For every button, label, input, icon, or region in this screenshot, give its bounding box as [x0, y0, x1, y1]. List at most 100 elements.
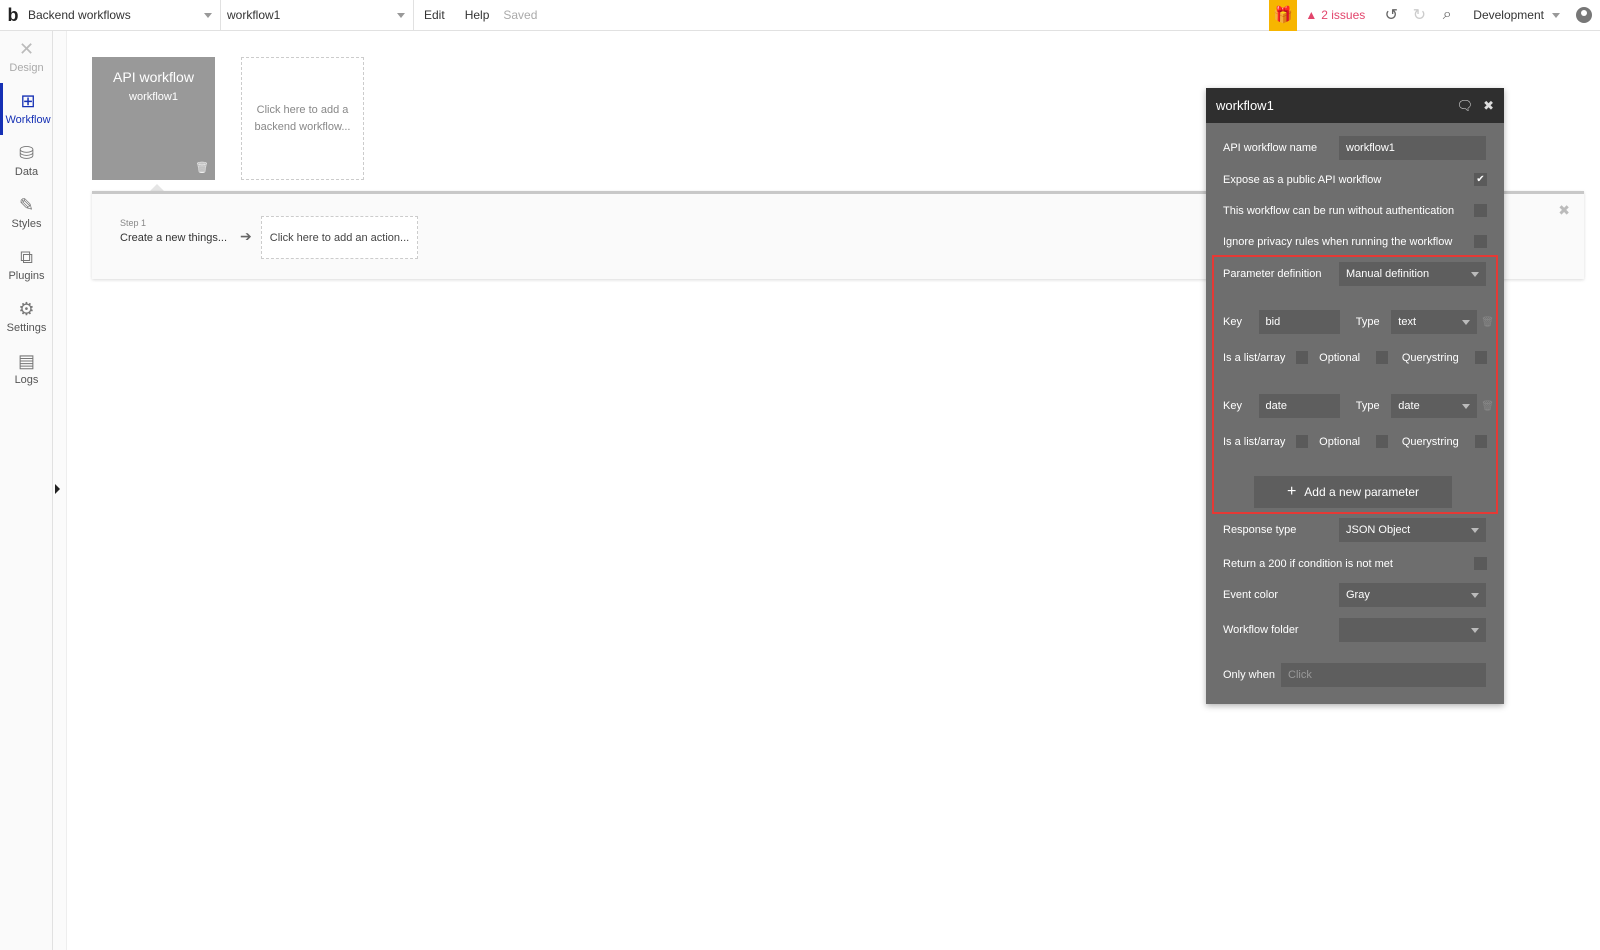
arrow-right-icon: ➔: [240, 228, 252, 244]
no-auth-label: This workflow can be run without authent…: [1223, 204, 1455, 217]
sidebar-item-label: Plugins: [8, 270, 45, 282]
redo-icon[interactable]: ↻: [1405, 0, 1433, 31]
api-name-row: API workflow name workflow1: [1223, 136, 1487, 160]
response-type-row: Response type JSON Object: [1223, 518, 1487, 542]
ignore-privacy-label: Ignore privacy rules when running the wo…: [1223, 235, 1453, 248]
sidebar-item-label: Data: [14, 166, 39, 178]
search-icon[interactable]: ⌕: [1433, 0, 1461, 31]
return200-checkbox[interactable]: [1474, 557, 1487, 570]
event-card-subtitle: workflow1: [129, 91, 178, 103]
api-name-input[interactable]: workflow1: [1339, 136, 1486, 160]
event-color-label: Event color: [1223, 589, 1279, 601]
workflow-selector[interactable]: workflow1: [221, 0, 414, 31]
checkmark-icon: ✔: [1476, 174, 1485, 185]
sidebar-item-design[interactable]: ✕ Design: [0, 31, 53, 83]
return200-row: Return a 200 if condition is not met: [1223, 557, 1487, 570]
param-querystring-checkbox[interactable]: [1475, 351, 1487, 364]
param-querystring-checkbox[interactable]: [1475, 435, 1487, 448]
close-icon[interactable]: ✖: [1483, 98, 1494, 114]
sidebar-item-styles[interactable]: ✎ Styles: [0, 187, 53, 239]
param-2-options-row: Is a list/array Optional Querystring: [1223, 435, 1487, 448]
sidebar-item-workflow[interactable]: ⊞ Workflow: [0, 83, 53, 135]
trash-icon[interactable]: 🗑: [195, 161, 209, 174]
only-when-label: Only when: [1223, 669, 1275, 681]
param-optional-checkbox[interactable]: [1375, 351, 1388, 364]
environment-selector[interactable]: Development: [1461, 8, 1572, 22]
workflow-folder-dropdown[interactable]: [1339, 618, 1486, 642]
document-icon: ▤: [17, 351, 35, 371]
menu-help[interactable]: Help: [455, 8, 500, 22]
sidebar-item-plugins[interactable]: ⧉ Plugins: [0, 239, 53, 291]
step-text: Create a new things...: [120, 232, 228, 244]
param-definition-row: Parameter definition Manual definition: [1223, 262, 1487, 286]
trash-icon[interactable]: 🗑: [1481, 401, 1494, 412]
page-selector[interactable]: Backend workflows: [26, 0, 221, 31]
chevron-down-icon: [1471, 627, 1479, 633]
param-list-label: Is a list/array: [1223, 435, 1286, 448]
param-1-key-row: Key bid Type text 🗑: [1223, 310, 1494, 334]
param-optional-checkbox[interactable]: [1375, 435, 1388, 448]
sidebar-item-data[interactable]: ⛁ Data: [0, 135, 53, 187]
issues-button[interactable]: ▲ 2 issues: [1297, 8, 1377, 22]
ignore-privacy-checkbox[interactable]: [1474, 235, 1487, 248]
design-icon: ✕: [18, 39, 35, 59]
param-optional-label: Optional: [1319, 435, 1361, 448]
add-action-button[interactable]: Click here to add an action...: [261, 216, 418, 259]
no-auth-checkbox[interactable]: [1474, 204, 1487, 217]
chevron-down-icon: [1462, 403, 1471, 409]
database-icon: ⛁: [18, 143, 35, 163]
gift-icon[interactable]: 🎁: [1269, 0, 1298, 31]
expand-sidebar-icon[interactable]: [55, 484, 60, 494]
param-definition-value: Manual definition: [1346, 268, 1430, 280]
add-parameter-label: Add a new parameter: [1304, 485, 1420, 499]
expose-row: Expose as a public API workflow ✔: [1223, 173, 1487, 186]
param-key-input[interactable]: bid: [1258, 310, 1340, 334]
menu-edit[interactable]: Edit: [414, 8, 455, 22]
user-account-icon[interactable]: [1576, 7, 1592, 23]
issues-count: 2 issues: [1321, 8, 1366, 22]
panel-header: workflow1 🗨 ✖: [1206, 88, 1504, 123]
param-optional-label: Optional: [1319, 351, 1361, 364]
sidebar-item-settings[interactable]: ⚙ Settings: [0, 291, 53, 343]
api-workflow-event-card[interactable]: API workflow workflow1 🗑: [92, 57, 215, 180]
return200-label: Return a 200 if condition is not met: [1223, 557, 1393, 570]
sidebar-item-logs[interactable]: ▤ Logs: [0, 343, 53, 395]
param-list-checkbox[interactable]: [1296, 435, 1309, 448]
response-type-dropdown[interactable]: JSON Object: [1339, 518, 1486, 542]
only-when-input[interactable]: Click: [1281, 663, 1486, 687]
comment-icon[interactable]: 🗨: [1457, 98, 1474, 114]
environment-label: Development: [1473, 8, 1544, 22]
expose-checkbox[interactable]: ✔: [1474, 173, 1487, 186]
ignore-privacy-row: Ignore privacy rules when running the wo…: [1223, 235, 1487, 248]
param-key-input[interactable]: date: [1258, 394, 1340, 418]
main-sidebar: ✕ Design ⊞ Workflow ⛁ Data ✎ Styles ⧉ Pl…: [0, 31, 53, 950]
step-1-card[interactable]: Step 1 Create a new things...: [120, 218, 227, 244]
add-parameter-button[interactable]: + Add a new parameter: [1254, 476, 1452, 508]
param-list-checkbox[interactable]: [1296, 351, 1309, 364]
event-color-value: Gray: [1346, 589, 1370, 601]
undo-icon[interactable]: ↺: [1377, 0, 1405, 31]
response-type-label: Response type: [1223, 524, 1297, 536]
bubble-logo[interactable]: b: [0, 0, 26, 31]
sidebar-item-label: Design: [9, 62, 44, 74]
param-definition-dropdown[interactable]: Manual definition: [1339, 262, 1486, 286]
plus-icon: +: [1286, 483, 1297, 500]
close-icon[interactable]: ✖: [1558, 202, 1570, 219]
step-label: Step 1: [120, 218, 147, 228]
no-auth-row: This workflow can be run without authent…: [1223, 204, 1487, 217]
param-type-dropdown[interactable]: date: [1391, 394, 1478, 418]
trash-icon[interactable]: 🗑: [1481, 317, 1494, 328]
sidebar-item-label: Logs: [14, 374, 39, 386]
gear-icon: ⚙: [18, 299, 35, 319]
param-type-dropdown[interactable]: text: [1391, 310, 1478, 334]
sidebar-item-label: Workflow: [5, 114, 51, 126]
param-type-value: text: [1398, 316, 1417, 328]
param-type-label: Type: [1355, 316, 1380, 328]
param-1-options-row: Is a list/array Optional Querystring: [1223, 351, 1487, 364]
add-backend-workflow-button[interactable]: Click here to add a backend workflow...: [241, 57, 364, 180]
warning-icon: ▲: [1305, 8, 1318, 22]
event-color-dropdown[interactable]: Gray: [1339, 583, 1486, 607]
chevron-down-icon: [1462, 319, 1471, 325]
workflow-icon: ⊞: [20, 91, 36, 111]
chevron-down-icon: [397, 12, 405, 18]
